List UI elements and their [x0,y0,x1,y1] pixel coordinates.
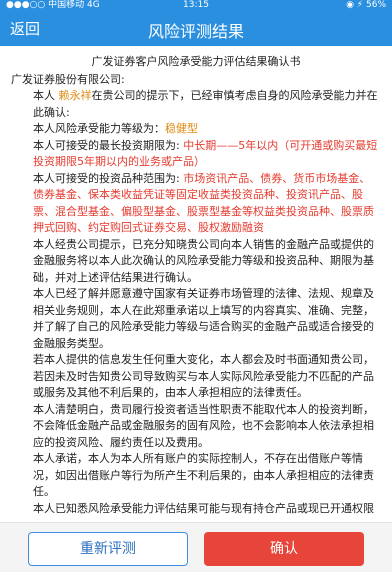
action-footer: 重新评测 确认 [0,522,392,572]
back-button[interactable]: 返回 [10,18,40,39]
confirm-button[interactable]: 确认 [204,532,364,566]
paragraph-2: 本人经贵公司提示，已充分知晓贵公司向本人销售的金融产品或提供的金融服务将以本人此… [33,237,374,284]
paragraph-6: 本人承诺，本人为本人所有账户的实际控制人，不存在出借账户等情况，如因出借账户等行… [33,452,374,498]
paragraph-5: 本人清楚明白，贵司履行投资者适当性职责不能取代本人的投资判断，不会降低金融产品或… [33,402,374,449]
page-title: 风险评测结果 [147,22,244,41]
confirmation-document[interactable]: 广发证券客户风险承受能力评估结果确认书 广发证券股份有限公司: 本人 赖永祥在贵… [0,46,392,518]
battery-indicator: ◉ ⚡ 56% [346,0,386,10]
document-title: 广发证券客户风险承受能力评估结果确认书 [91,55,301,68]
investment-term: 本人可接受的最长投资期限为: 中长期——5年以内（可开通或购买最短投资期限5年期… [33,138,378,169]
risk-level: 本人风险承受能力等级为：稳健型 [33,122,198,135]
addressee: 广发证券股份有限公司: [11,72,125,86]
investment-scope: 本人可接受的投资品种范围为: 市场资讯产品、债券、货币市场基金、债券基金、保本类… [33,171,374,235]
status-bar: ●●●○○ 中国移动 4G 13:15 ◉ ⚡ 56% [0,0,392,10]
risk-level-value: 稳健型 [165,122,198,135]
nav-bar: 返回 风险评测结果 [0,10,392,46]
paragraph-4: 若本人提供的信息发生任何重大变化，本人都会及时书面通知贵公司，若因未及时告知贵公… [33,353,374,399]
paragraph-7: 本人已知悉风险承受能力评估结果可能与现有持仓产品或现已开通权限风险等级不匹配情况… [33,501,374,515]
intro-paragraph: 本人 赖永祥在贵公司的提示下，已经审慎考虑自身的风险承受能力并在此确认: [33,89,378,119]
paragraph-3: 本人已经了解并愿意遵守国家有关证券市场管理的法律、法规、规章及相关业务规则，本人… [33,287,374,350]
status-time: 13:15 [183,0,209,10]
client-name: 赖永祥 [58,89,92,102]
retest-button[interactable]: 重新评测 [28,532,188,566]
